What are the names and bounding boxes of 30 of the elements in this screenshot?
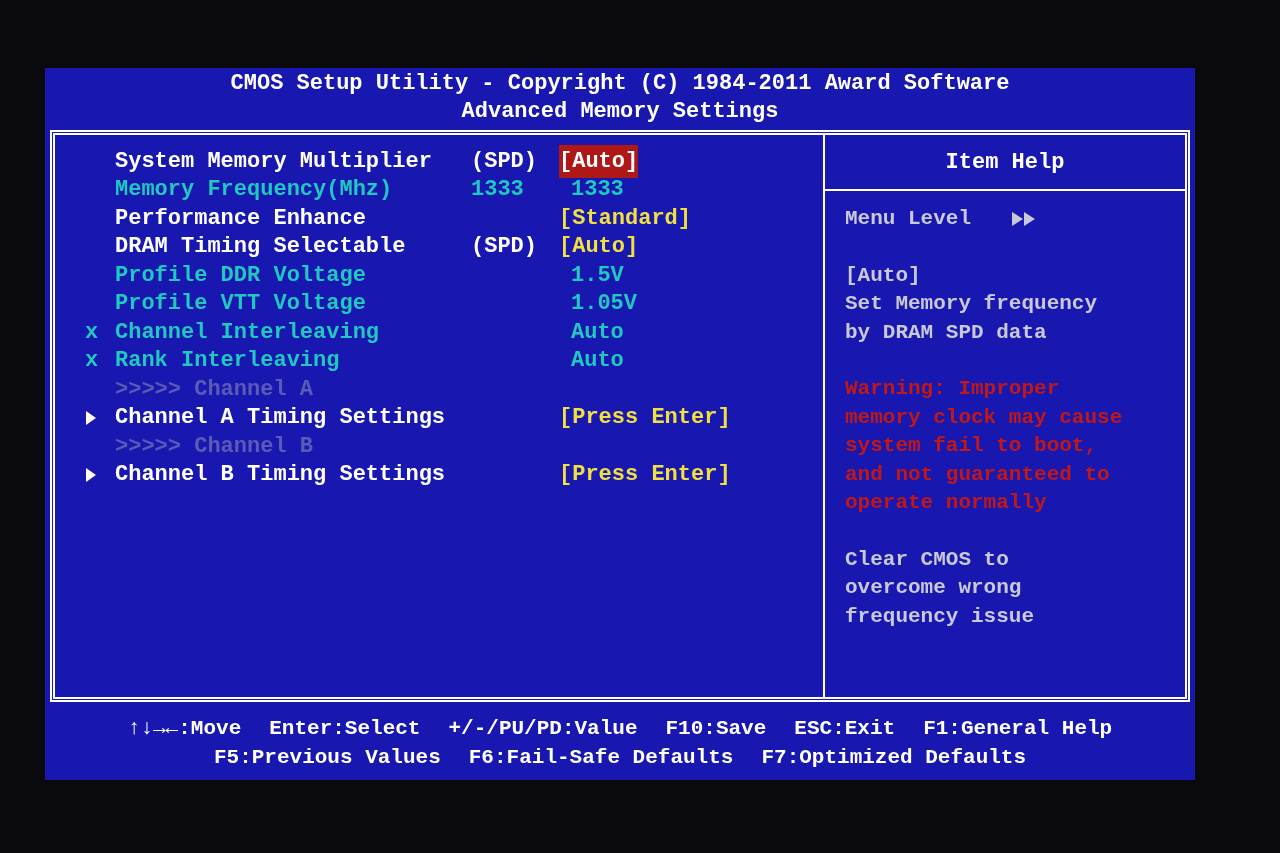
key-hint: ESC:Exit	[794, 716, 896, 742]
key-hint: F6:Fail-Safe Defaults	[468, 745, 734, 771]
setting-value[interactable]: [Press Enter]	[559, 458, 731, 492]
key-hint: +/-/PU/PD:Value	[448, 716, 638, 742]
key-hint: ↑↓→←:Move	[127, 716, 242, 742]
setting-detail: (SPD)	[471, 234, 537, 260]
setting-value[interactable]: [Press Enter]	[559, 401, 731, 435]
screen-title: CMOS Setup Utility - Copyright (C) 1984-2011 Award Software	[230, 70, 1010, 98]
setting-label: >>>>> Channel B	[115, 432, 315, 461]
key-hint: F5:Previous Values	[213, 745, 441, 771]
help-text: Warning: Improper memory clock may cause system fail to boot, and not guaranteed to operate normally	[845, 376, 1124, 516]
menu-level: Menu Level	[845, 206, 972, 232]
help-text: Clear CMOS to overcome wrong frequency issue	[845, 546, 1036, 630]
setting-label: >>>>> Channel A	[115, 375, 315, 404]
key-hint: F7:Optimized Defaults	[761, 745, 1027, 771]
help-title: Item Help	[945, 148, 1065, 177]
key-hint: Enter:Select	[269, 716, 421, 742]
triangle-icon	[85, 466, 97, 483]
key-hint: F10:Save	[665, 716, 767, 742]
triangle-icon	[85, 409, 97, 426]
setting-label[interactable]: Channel B Timing Settings	[115, 458, 471, 492]
setting-value[interactable]: [Auto]	[559, 144, 639, 178]
help-text: [Auto] Set Memory frequency by DRAM SPD data	[845, 262, 1099, 346]
screen-subtitle: Advanced Memory Settings	[461, 98, 779, 126]
row-marker: x	[85, 348, 99, 374]
row-marker: x	[85, 319, 99, 345]
setting-label[interactable]: Channel A Timing Settings	[115, 401, 471, 435]
setting-detail: (SPD)	[471, 148, 537, 174]
setting-detail: 1333	[471, 177, 524, 203]
key-hint: F1:General Help	[923, 716, 1113, 742]
